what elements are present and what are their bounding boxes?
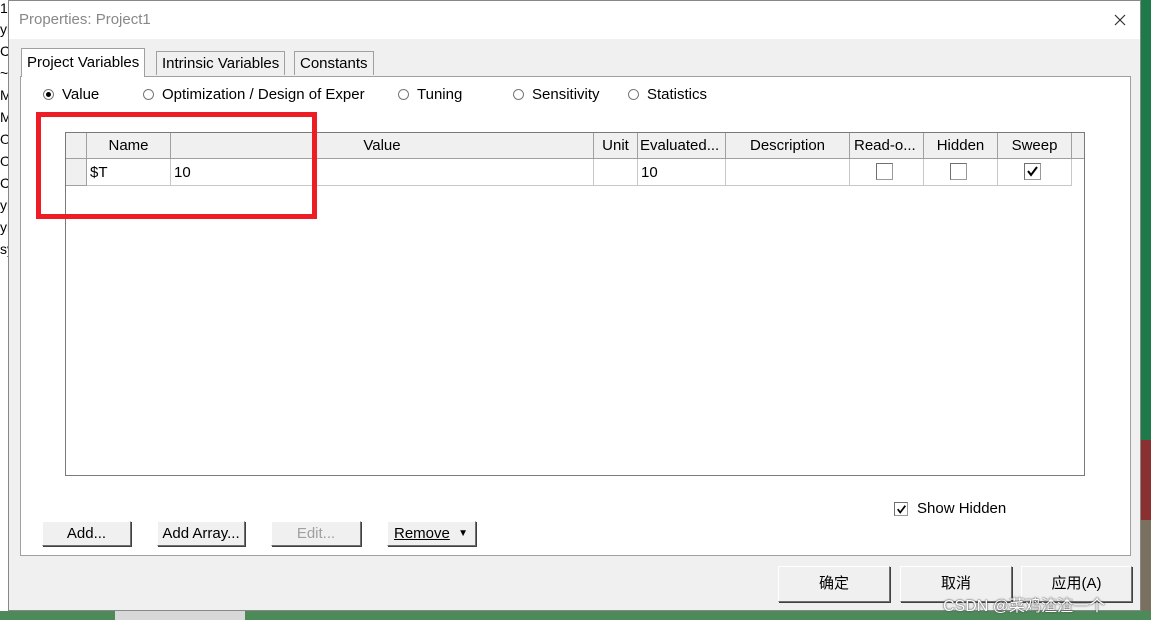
radio-label: Tuning <box>417 85 463 103</box>
background-text: ~ <box>0 65 9 81</box>
highlight-annotation-box <box>36 112 317 219</box>
radio-label: Optimization / Design of Exper <box>162 85 365 103</box>
background-app-bottom-grid <box>115 611 245 620</box>
ok-button[interactable]: 确定 <box>778 566 890 602</box>
radio-unchecked-icon <box>398 88 409 100</box>
watermark-text: CSDN @菜鸡渣渣一个 <box>943 598 1106 615</box>
hidden-checkbox[interactable] <box>950 163 967 180</box>
radio-label: Statistics <box>647 85 708 103</box>
dialog-title: Properties: Project1 <box>19 11 151 28</box>
radio-value[interactable]: Value <box>43 84 143 104</box>
close-icon[interactable] <box>1106 7 1134 33</box>
cell-description[interactable] <box>726 159 850 186</box>
column-header-hidden[interactable]: Hidden <box>924 133 998 159</box>
title-bar[interactable]: Properties: Project1 <box>9 1 1140 39</box>
radio-statistics[interactable]: Statistics <box>628 84 728 104</box>
remove-label: Remove <box>394 525 450 542</box>
edit-button[interactable]: Edit... <box>271 521 361 546</box>
column-header-sweep[interactable]: Sweep <box>998 133 1072 159</box>
remove-button[interactable]: Remove ▼ <box>387 521 476 546</box>
column-header-unit[interactable]: Unit <box>594 133 638 159</box>
add-button[interactable]: Add... <box>42 521 131 546</box>
checkmark-icon <box>1027 166 1038 177</box>
radio-label: Sensitivity <box>532 85 600 103</box>
cell-unit[interactable] <box>594 159 638 186</box>
column-header-read-only[interactable]: Read-o... <box>850 133 924 159</box>
read-only-checkbox[interactable] <box>876 163 893 180</box>
cell-sweep <box>998 159 1072 186</box>
show-hidden-option[interactable]: Show Hidden <box>894 500 1006 517</box>
column-header-filler <box>1072 133 1084 159</box>
tab-constants[interactable]: Constants <box>294 51 374 75</box>
tab-project-variables[interactable]: Project Variables <box>21 48 146 77</box>
background-text: 1 <box>0 0 8 16</box>
column-header-description[interactable]: Description <box>726 133 850 159</box>
cell-read-only <box>850 159 924 186</box>
show-hidden-checkbox[interactable] <box>894 501 908 516</box>
column-header-evaluated[interactable]: Evaluated... <box>638 133 726 159</box>
radio-optimization[interactable]: Optimization / Design of Exper <box>143 84 388 104</box>
radio-label: Value <box>62 85 100 103</box>
radio-unchecked-icon <box>628 88 639 100</box>
sweep-checkbox[interactable] <box>1024 163 1041 180</box>
radio-tuning[interactable]: Tuning <box>398 84 498 104</box>
add-array-button[interactable]: Add Array... <box>157 521 245 546</box>
checkmark-icon <box>897 504 906 514</box>
radio-unchecked-icon <box>143 88 154 100</box>
cell-evaluated: 10 <box>638 159 726 186</box>
radio-checked-icon <box>43 88 54 100</box>
radio-sensitivity[interactable]: Sensitivity <box>513 84 605 104</box>
show-hidden-label: Show Hidden <box>917 500 1007 517</box>
dropdown-arrow-icon: ▼ <box>458 528 468 539</box>
radio-unchecked-icon <box>513 88 524 100</box>
cell-hidden <box>924 159 998 186</box>
background-app-edge <box>1141 520 1151 620</box>
tab-intrinsic-variables[interactable]: Intrinsic Variables <box>156 51 286 75</box>
